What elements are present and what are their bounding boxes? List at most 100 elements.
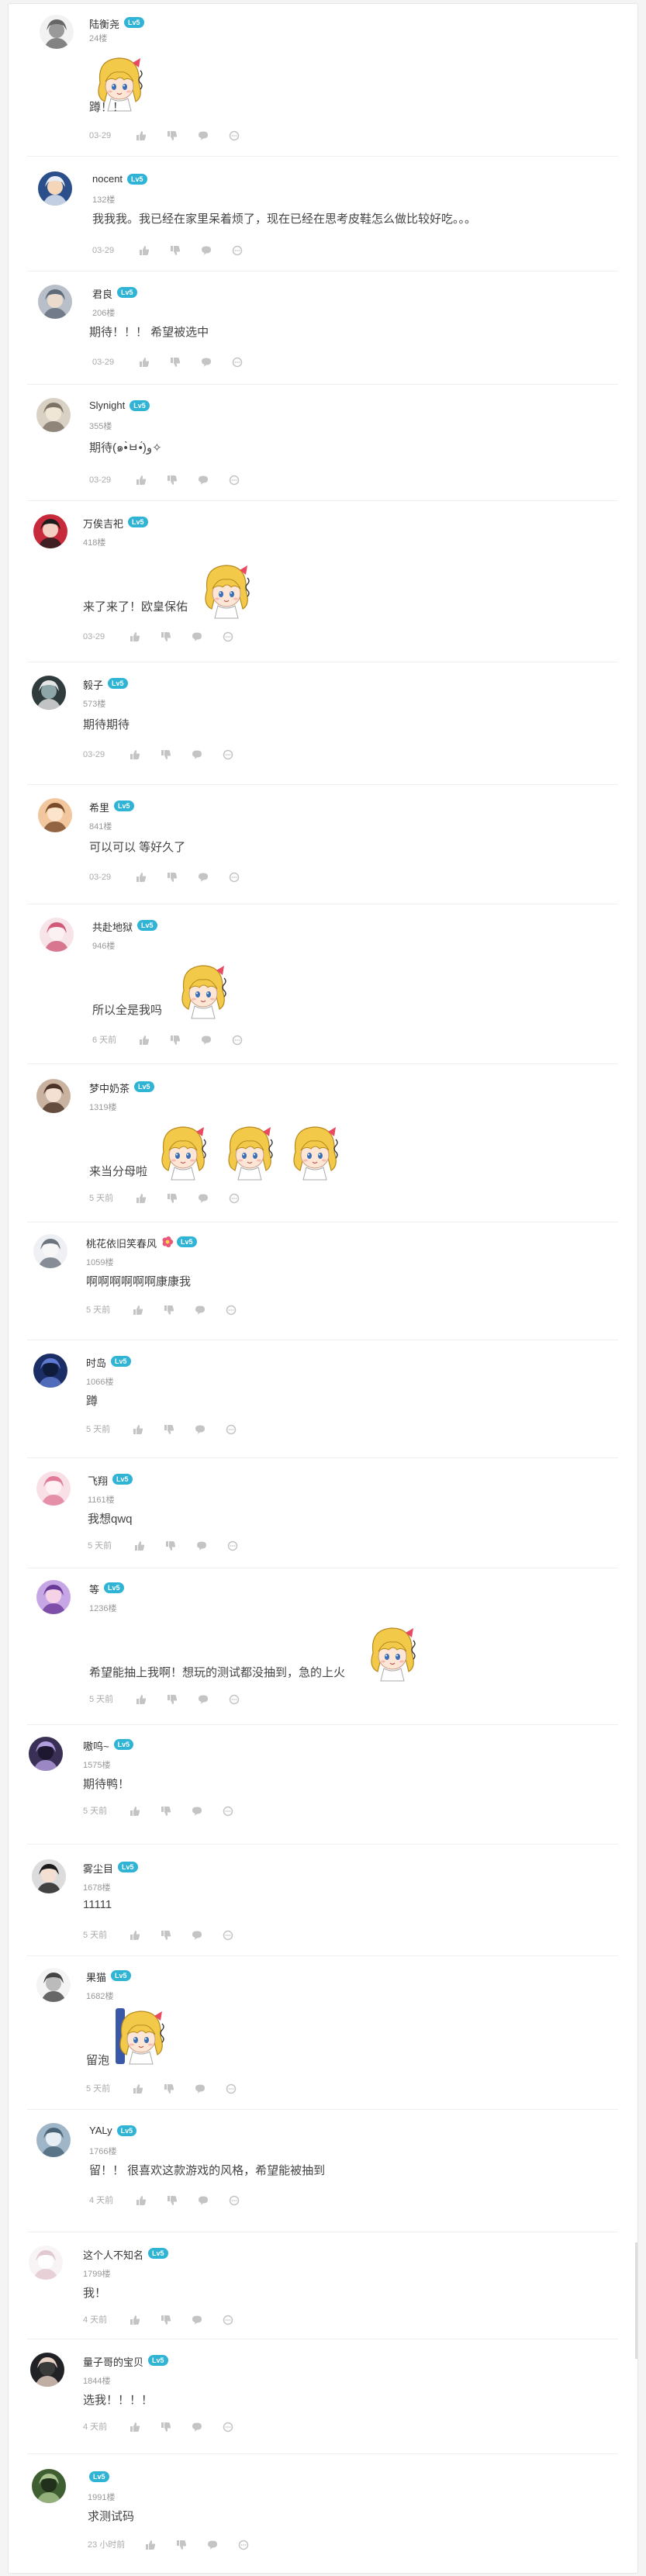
thumbs-down-icon[interactable] [170,1035,181,1046]
more-icon[interactable] [229,130,240,141]
avatar[interactable] [33,1234,67,1268]
thumbs-down-icon[interactable] [167,2195,178,2206]
thumbs-up-icon[interactable] [136,872,147,883]
username[interactable]: 果猫 [86,1969,106,1984]
avatar[interactable] [36,1968,71,2002]
more-icon[interactable] [229,1193,240,1204]
more-icon[interactable] [223,1806,233,1817]
thumbs-up-icon[interactable] [136,1193,147,1204]
thumbs-up-icon[interactable] [133,2083,143,2094]
thumbs-down-icon[interactable] [165,1540,176,1551]
thumbs-up-icon[interactable] [139,1035,150,1046]
thumbs-up-icon[interactable] [136,475,147,486]
avatar[interactable] [40,918,74,952]
reply-icon[interactable] [201,357,212,368]
reply-icon[interactable] [192,2315,202,2325]
thumbs-down-icon[interactable] [167,475,178,486]
avatar[interactable] [36,1471,71,1506]
avatar[interactable] [38,171,72,206]
avatar[interactable] [36,2123,71,2157]
more-icon[interactable] [223,2315,233,2325]
thumbs-down-icon[interactable] [164,1305,174,1316]
username[interactable]: 等 [89,1582,99,1596]
reply-icon[interactable] [192,1930,202,1941]
more-icon[interactable] [232,245,243,256]
thumbs-up-icon[interactable] [145,2540,156,2550]
more-icon[interactable] [232,1035,243,1046]
reply-icon[interactable] [195,1424,206,1435]
username[interactable]: 万俟吉祀 [83,516,123,531]
reply-icon[interactable] [192,1806,202,1817]
thumbs-down-icon[interactable] [164,1424,174,1435]
more-icon[interactable] [226,1305,237,1316]
reply-icon[interactable] [201,1035,212,1046]
username[interactable]: 陆衡尧 [89,16,119,31]
more-icon[interactable] [229,1694,240,1705]
avatar[interactable] [33,1354,67,1388]
more-icon[interactable] [226,1424,237,1435]
reply-icon[interactable] [195,2083,206,2094]
reply-icon[interactable] [198,2195,209,2206]
username[interactable]: YALy [89,2125,112,2136]
more-icon[interactable] [229,475,240,486]
thumbs-up-icon[interactable] [139,357,150,368]
thumbs-up-icon[interactable] [130,2315,140,2325]
avatar[interactable] [30,2353,64,2387]
thumbs-up-icon[interactable] [134,1540,145,1551]
thumbs-down-icon[interactable] [161,1930,171,1941]
reply-icon[interactable] [192,2422,202,2433]
reply-icon[interactable] [198,130,209,141]
thumbs-down-icon[interactable] [161,2422,171,2433]
username[interactable]: nocent [92,173,123,185]
more-icon[interactable] [227,1540,238,1551]
username[interactable]: 这个人不知名 [83,2247,143,2262]
more-icon[interactable] [223,631,233,642]
thumbs-up-icon[interactable] [130,1806,140,1817]
reply-icon[interactable] [192,631,202,642]
avatar[interactable] [38,285,72,319]
more-icon[interactable] [226,2083,237,2094]
avatar[interactable] [32,676,66,710]
more-icon[interactable] [223,2422,233,2433]
thumbs-down-icon[interactable] [161,631,171,642]
thumbs-down-icon[interactable] [170,357,181,368]
thumbs-up-icon[interactable] [136,1694,147,1705]
avatar[interactable] [33,514,67,548]
username[interactable]: 毅子 [83,677,103,692]
username[interactable]: 时岛 [86,1355,106,1370]
thumbs-up-icon[interactable] [136,130,147,141]
thumbs-down-icon[interactable] [167,1193,178,1204]
thumbs-down-icon[interactable] [167,1694,178,1705]
reply-icon[interactable] [195,1305,206,1316]
reply-icon[interactable] [198,872,209,883]
thumbs-up-icon[interactable] [133,1305,143,1316]
reply-icon[interactable] [201,245,212,256]
thumbs-down-icon[interactable] [161,2315,171,2325]
avatar[interactable] [36,398,71,432]
username[interactable]: 量子哥的宝贝 [83,2354,143,2369]
more-icon[interactable] [229,872,240,883]
more-icon[interactable] [232,357,243,368]
thumbs-up-icon[interactable] [139,245,150,256]
avatar[interactable] [29,1737,63,1771]
thumbs-up-icon[interactable] [130,2422,140,2433]
thumbs-down-icon[interactable] [167,872,178,883]
username[interactable]: 桃花依旧笑春风 [86,1236,157,1250]
thumbs-up-icon[interactable] [130,631,140,642]
more-icon[interactable] [223,749,233,760]
reply-icon[interactable] [192,749,202,760]
avatar[interactable] [36,1580,71,1614]
thumbs-down-icon[interactable] [161,1806,171,1817]
avatar[interactable] [38,798,72,832]
username[interactable]: 飞翔 [88,1473,108,1488]
reply-icon[interactable] [207,2540,218,2550]
reply-icon[interactable] [198,1694,209,1705]
thumbs-down-icon[interactable] [176,2540,187,2550]
thumbs-up-icon[interactable] [133,1424,143,1435]
thumbs-up-icon[interactable] [130,1930,140,1941]
username[interactable]: Slynight [89,399,125,411]
username[interactable]: 希里 [89,800,109,814]
more-icon[interactable] [229,2195,240,2206]
thumbs-down-icon[interactable] [167,130,178,141]
username[interactable]: 梦中奶茶 [89,1081,130,1095]
